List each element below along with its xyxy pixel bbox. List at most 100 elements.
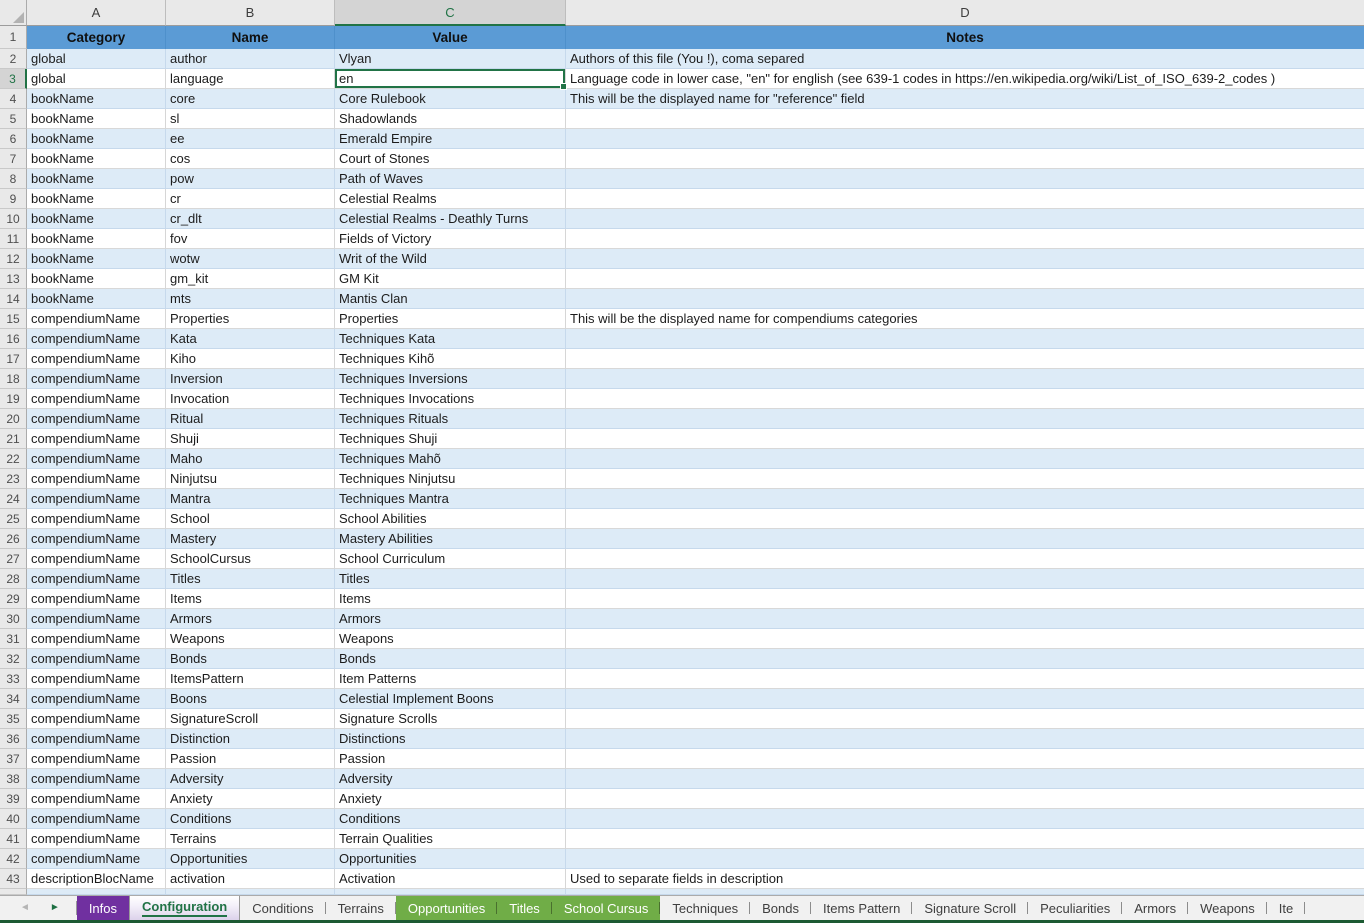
row-header-17[interactable]: 17 xyxy=(0,349,27,369)
cell-value-row24[interactable]: Techniques Mantra xyxy=(335,489,566,509)
cell-notes-row38[interactable] xyxy=(566,769,1364,789)
cell-name-row21[interactable]: Shuji xyxy=(166,429,335,449)
row-header-8[interactable]: 8 xyxy=(0,169,27,189)
cell-value-row5[interactable]: Shadowlands xyxy=(335,109,566,129)
cell-category-row22[interactable]: compendiumName xyxy=(27,449,166,469)
column-header-D[interactable]: D xyxy=(566,0,1364,26)
cell-notes-row23[interactable] xyxy=(566,469,1364,489)
row-header-21[interactable]: 21 xyxy=(0,429,27,449)
cell-name-row16[interactable]: Kata xyxy=(166,329,335,349)
cell-name-row28[interactable]: Titles xyxy=(166,569,335,589)
sheet-tab-items-pattern[interactable]: Items Pattern xyxy=(811,896,912,920)
sheet-tab-techniques[interactable]: Techniques xyxy=(660,896,750,920)
cell-name-row17[interactable]: Kiho xyxy=(166,349,335,369)
header-cell-notes[interactable]: Notes xyxy=(566,26,1364,49)
cell-value-row17[interactable]: Techniques Kihõ xyxy=(335,349,566,369)
row-header-31[interactable]: 31 xyxy=(0,629,27,649)
row-header-23[interactable]: 23 xyxy=(0,469,27,489)
header-cell-name[interactable]: Name xyxy=(166,26,335,49)
cell-name-row41[interactable]: Terrains xyxy=(166,829,335,849)
column-header-A[interactable]: A xyxy=(27,0,166,26)
row-header-2[interactable]: 2 xyxy=(0,49,27,69)
cell-name-row43[interactable]: activation xyxy=(166,869,335,889)
cell-value-row7[interactable]: Court of Stones xyxy=(335,149,566,169)
cell-value-row10[interactable]: Celestial Realms - Deathly Turns xyxy=(335,209,566,229)
header-cell-category[interactable]: Category xyxy=(27,26,166,49)
row-header-25[interactable]: 25 xyxy=(0,509,27,529)
cell-category-row38[interactable]: compendiumName xyxy=(27,769,166,789)
sheet-tab-opportunities[interactable]: Opportunities xyxy=(396,896,497,920)
row-header-12[interactable]: 12 xyxy=(0,249,27,269)
row-header-36[interactable]: 36 xyxy=(0,729,27,749)
cell-value-row16[interactable]: Techniques Kata xyxy=(335,329,566,349)
cell-name-row42[interactable]: Opportunities xyxy=(166,849,335,869)
cell-name-row26[interactable]: Mastery xyxy=(166,529,335,549)
cell-category-row40[interactable]: compendiumName xyxy=(27,809,166,829)
cell-value-row25[interactable]: School Abilities xyxy=(335,509,566,529)
cell-notes-row11[interactable] xyxy=(566,229,1364,249)
cell-category-row13[interactable]: bookName xyxy=(27,269,166,289)
cell-category-row42[interactable]: compendiumName xyxy=(27,849,166,869)
cell-category-row28[interactable]: compendiumName xyxy=(27,569,166,589)
cell-notes-row14[interactable] xyxy=(566,289,1364,309)
row-header-18[interactable]: 18 xyxy=(0,369,27,389)
cell-name-row14[interactable]: mts xyxy=(166,289,335,309)
row-header-35[interactable]: 35 xyxy=(0,709,27,729)
cell-name-row27[interactable]: SchoolCursus xyxy=(166,549,335,569)
sheet-tab-weapons[interactable]: Weapons xyxy=(1188,896,1267,920)
cell-category-row8[interactable]: bookName xyxy=(27,169,166,189)
cell-name-row7[interactable]: cos xyxy=(166,149,335,169)
cell-name-row23[interactable]: Ninjutsu xyxy=(166,469,335,489)
header-cell-value[interactable]: Value xyxy=(335,26,566,49)
cell-notes-row16[interactable] xyxy=(566,329,1364,349)
cell-name-row39[interactable]: Anxiety xyxy=(166,789,335,809)
row-header-22[interactable]: 22 xyxy=(0,449,27,469)
cell-name-row38[interactable]: Adversity xyxy=(166,769,335,789)
cell-category-row31[interactable]: compendiumName xyxy=(27,629,166,649)
row-header-4[interactable]: 4 xyxy=(0,89,27,109)
cell-name-row20[interactable]: Ritual xyxy=(166,409,335,429)
cell-notes-row5[interactable] xyxy=(566,109,1364,129)
cell-name-row2[interactable]: author xyxy=(166,49,335,69)
cell-name-row30[interactable]: Armors xyxy=(166,609,335,629)
cell-name-row6[interactable]: ee xyxy=(166,129,335,149)
cell-notes-row28[interactable] xyxy=(566,569,1364,589)
cell-category-row36[interactable]: compendiumName xyxy=(27,729,166,749)
cell-category-row20[interactable]: compendiumName xyxy=(27,409,166,429)
cell-value-row36[interactable]: Distinctions xyxy=(335,729,566,749)
cell-notes-row43[interactable]: Used to separate fields in description xyxy=(566,869,1364,889)
cell-name-row34[interactable]: Boons xyxy=(166,689,335,709)
cell-value-row14[interactable]: Mantis Clan xyxy=(335,289,566,309)
cell-category-row15[interactable]: compendiumName xyxy=(27,309,166,329)
cell-value-row21[interactable]: Techniques Shuji xyxy=(335,429,566,449)
row-header-39[interactable]: 39 xyxy=(0,789,27,809)
cell-notes-row30[interactable] xyxy=(566,609,1364,629)
row-header-20[interactable]: 20 xyxy=(0,409,27,429)
cell-category-row5[interactable]: bookName xyxy=(27,109,166,129)
cell-category-row18[interactable]: compendiumName xyxy=(27,369,166,389)
cell-value-row43[interactable]: Activation xyxy=(335,869,566,889)
row-header-28[interactable]: 28 xyxy=(0,569,27,589)
cell-value-row29[interactable]: Items xyxy=(335,589,566,609)
cell-notes-row33[interactable] xyxy=(566,669,1364,689)
row-header-14[interactable]: 14 xyxy=(0,289,27,309)
row-header-5[interactable]: 5 xyxy=(0,109,27,129)
cell-notes-row26[interactable] xyxy=(566,529,1364,549)
cell-value-row13[interactable]: GM Kit xyxy=(335,269,566,289)
cell-name-row33[interactable]: ItemsPattern xyxy=(166,669,335,689)
cell-category-row33[interactable]: compendiumName xyxy=(27,669,166,689)
cell-value-row41[interactable]: Terrain Qualities xyxy=(335,829,566,849)
sheet-tab-bonds[interactable]: Bonds xyxy=(750,896,811,920)
cell-category-row41[interactable]: compendiumName xyxy=(27,829,166,849)
cell-name-row9[interactable]: cr xyxy=(166,189,335,209)
row-header-43[interactable]: 43 xyxy=(0,869,27,889)
row-header-16[interactable]: 16 xyxy=(0,329,27,349)
cell-value-row39[interactable]: Anxiety xyxy=(335,789,566,809)
cell-category-row27[interactable]: compendiumName xyxy=(27,549,166,569)
row-header-26[interactable]: 26 xyxy=(0,529,27,549)
cell-name-row12[interactable]: wotw xyxy=(166,249,335,269)
cell-category-row21[interactable]: compendiumName xyxy=(27,429,166,449)
cell-name-row11[interactable]: fov xyxy=(166,229,335,249)
sheet-tab-terrains[interactable]: Terrains xyxy=(326,896,396,920)
cell-category-row2[interactable]: global xyxy=(27,49,166,69)
